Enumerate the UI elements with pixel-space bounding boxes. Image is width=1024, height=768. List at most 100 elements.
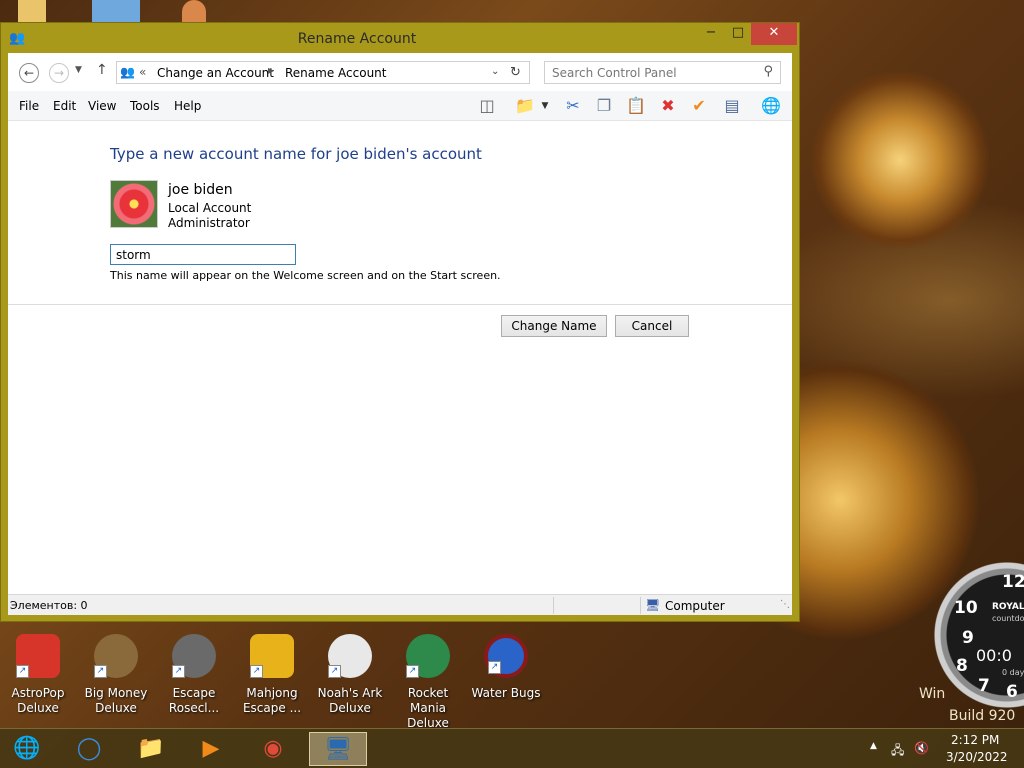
cancel-button[interactable]: Cancel [615, 315, 689, 337]
paste-clipboard-icon[interactable]: 📋 [624, 95, 648, 117]
tray-expand-icon[interactable]: ▲ [870, 741, 877, 751]
window-title: Rename Account [297, 31, 417, 47]
desktop-icon-label: Mahjong [246, 686, 298, 700]
title-bar[interactable]: 👥 Rename Account − □ ✕ [1, 23, 799, 53]
change-name-button[interactable]: Change Name [501, 315, 607, 337]
recent-pages-chevron-icon[interactable]: ▼ [75, 65, 82, 75]
refresh-icon[interactable]: ↻ [510, 65, 521, 80]
desktop-icon-rocket-mania[interactable]: ↗ Rocket Mania Deluxe [390, 634, 466, 730]
window-client-area: ← → ▼ ↑ 👥 « Change an Account ▶ Rename A… [8, 53, 792, 615]
folder-options-chevron-icon[interactable]: ▼ [538, 95, 552, 117]
internet-explorer-icon[interactable]: ◯ [64, 732, 114, 766]
desktop-watermark-line1: Win [919, 686, 946, 702]
delete-x-icon[interactable]: ✖ [656, 95, 680, 117]
desktop-icon-big-money[interactable]: ↗ Big Money Deluxe [78, 634, 154, 716]
desktop-icon-noahs-ark[interactable]: ↗ Noah's Ark Deluxe [312, 634, 388, 716]
rocket-icon: ↗ [406, 634, 450, 678]
network-icon[interactable]: 🖧 [891, 741, 904, 762]
volume-muted-icon[interactable]: 🔇 [914, 741, 929, 755]
desktop-icon-label: Rosecl... [168, 701, 220, 715]
breadcrumb-change-account[interactable]: Change an Account [157, 66, 274, 80]
taskbar-time[interactable]: 2:12 PM [951, 733, 999, 747]
content-divider [8, 304, 792, 305]
new-name-input[interactable] [110, 244, 296, 265]
page-instruction: Type a new account name for joe biden's … [110, 145, 482, 163]
name-hint-text: This name will appear on the Welcome scr… [110, 269, 501, 282]
shortcut-arrow-icon: ↗ [406, 665, 419, 678]
file-explorer-icon[interactable]: 📁 [126, 732, 176, 766]
minimize-button[interactable]: − [697, 23, 725, 45]
clock-numeral: 10 [954, 598, 978, 618]
search-box[interactable]: Search Control Panel ⚲ [544, 61, 781, 84]
clock-numeral: 12 [1002, 572, 1024, 592]
clock-numeral: 6 [1006, 682, 1018, 702]
properties-icon[interactable]: ▤ [720, 95, 744, 117]
resize-grip-icon[interactable]: ⋱ [780, 599, 790, 610]
desktop-icon-label: AstroPop [11, 686, 65, 700]
shortcut-arrow-icon: ↗ [94, 665, 107, 678]
menu-file[interactable]: File [19, 99, 39, 113]
menu-help[interactable]: Help [174, 99, 201, 113]
shortcut-arrow-icon: ↗ [16, 665, 29, 678]
desktop-icon-partial-folder[interactable] [18, 0, 46, 22]
desktop-icon-label: Rocket Mania [407, 686, 449, 715]
media-player-icon[interactable]: ▶ [186, 732, 236, 766]
folder-options-icon[interactable]: 📁 [513, 95, 537, 117]
back-arrow-icon[interactable]: ← [19, 63, 39, 83]
desktop-icon-label: Deluxe [95, 701, 137, 715]
items-count: Элементов: 0 [10, 599, 88, 612]
checkmark-icon[interactable]: ✔ [687, 95, 711, 117]
taskbar: 🌐 ◯ 📁 ▶ ◉ 🖥 ▲ 🖧 🔇 2:12 PM 3/20/2022 [0, 728, 1024, 768]
account-role: Administrator [168, 216, 250, 230]
breadcrumb-rename-account[interactable]: Rename Account [285, 66, 386, 80]
gadget-subtitle: countdo [992, 614, 1024, 623]
desktop-watermark-line2: Build 920 [949, 708, 1016, 724]
gadget-time: 00:0 [976, 646, 1012, 665]
maximize-button[interactable]: □ [725, 23, 751, 45]
menu-tools[interactable]: Tools [130, 99, 160, 113]
shortcut-arrow-icon: ↗ [250, 665, 263, 678]
status-location: Computer [665, 599, 725, 613]
status-divider [553, 597, 554, 614]
menu-edit[interactable]: Edit [53, 99, 76, 113]
breadcrumb-separator-icon[interactable]: ▶ [268, 66, 274, 75]
up-arrow-icon[interactable]: ↑ [96, 62, 108, 78]
search-input[interactable]: Search Control Panel [552, 66, 677, 80]
search-icon[interactable]: ⚲ [763, 64, 773, 79]
account-name: joe biden [168, 182, 233, 198]
countdown-clock-gadget[interactable]: 12 10 9 8 7 6 ROYAL countdo 00:0 0 days [932, 560, 1024, 710]
gadget-brand: ROYAL [992, 602, 1024, 612]
menu-view[interactable]: View [88, 99, 116, 113]
moon-icon: ↗ [172, 634, 216, 678]
address-dropdown-icon[interactable]: ⌄ [491, 66, 499, 77]
desktop-icon-astropop[interactable]: ↗ AstroPop Deluxe [0, 634, 76, 716]
taskbar-date[interactable]: 3/20/2022 [946, 750, 1008, 764]
desktop-icon-water-bugs[interactable]: ↗ Water Bugs [468, 634, 544, 716]
menu-bar: File Edit View Tools Help ◫ 📁 ▼ ✂ ❐ 📋 ✖ … [8, 91, 792, 121]
avatar [110, 180, 158, 228]
desktop-icon-partial-computer[interactable] [92, 0, 140, 22]
desktop-icon-label: Escape ... [242, 701, 302, 715]
breadcrumb-overflow[interactable]: « [139, 65, 146, 79]
desktop-icon-partial-user[interactable] [182, 0, 206, 22]
start-globe-icon[interactable]: 🌐 [2, 732, 52, 766]
globe-icon[interactable]: 🌐 [759, 95, 783, 117]
desktop-icon-escape-rosecliff[interactable]: ↗ Escape Rosecl... [156, 634, 232, 716]
chrome-icon[interactable]: ◉ [248, 732, 298, 766]
mahjong-tile-icon: ↗ [250, 634, 294, 678]
account-type: Local Account [168, 201, 252, 215]
address-bar[interactable]: 👥 « Change an Account ▶ Rename Account ⌄… [116, 61, 530, 84]
forward-arrow-icon[interactable]: → [49, 63, 69, 83]
control-panel-taskbar-icon[interactable]: 🖥 [309, 732, 367, 766]
close-button[interactable]: ✕ [751, 23, 797, 45]
copy-icon[interactable]: ❐ [592, 95, 616, 117]
shortcut-arrow-icon: ↗ [328, 665, 341, 678]
desktop-icon-mahjong-escape[interactable]: ↗ Mahjong Escape ... [234, 634, 310, 716]
layout-pane-icon[interactable]: ◫ [475, 95, 499, 117]
status-divider [640, 597, 641, 614]
shortcut-arrow-icon: ↗ [172, 665, 185, 678]
shortcut-arrow-icon: ↗ [488, 661, 501, 674]
cut-scissors-icon[interactable]: ✂ [561, 95, 585, 117]
desktop-icon-label: Escape [172, 686, 216, 700]
desktop-icon-label: Deluxe [17, 701, 59, 715]
